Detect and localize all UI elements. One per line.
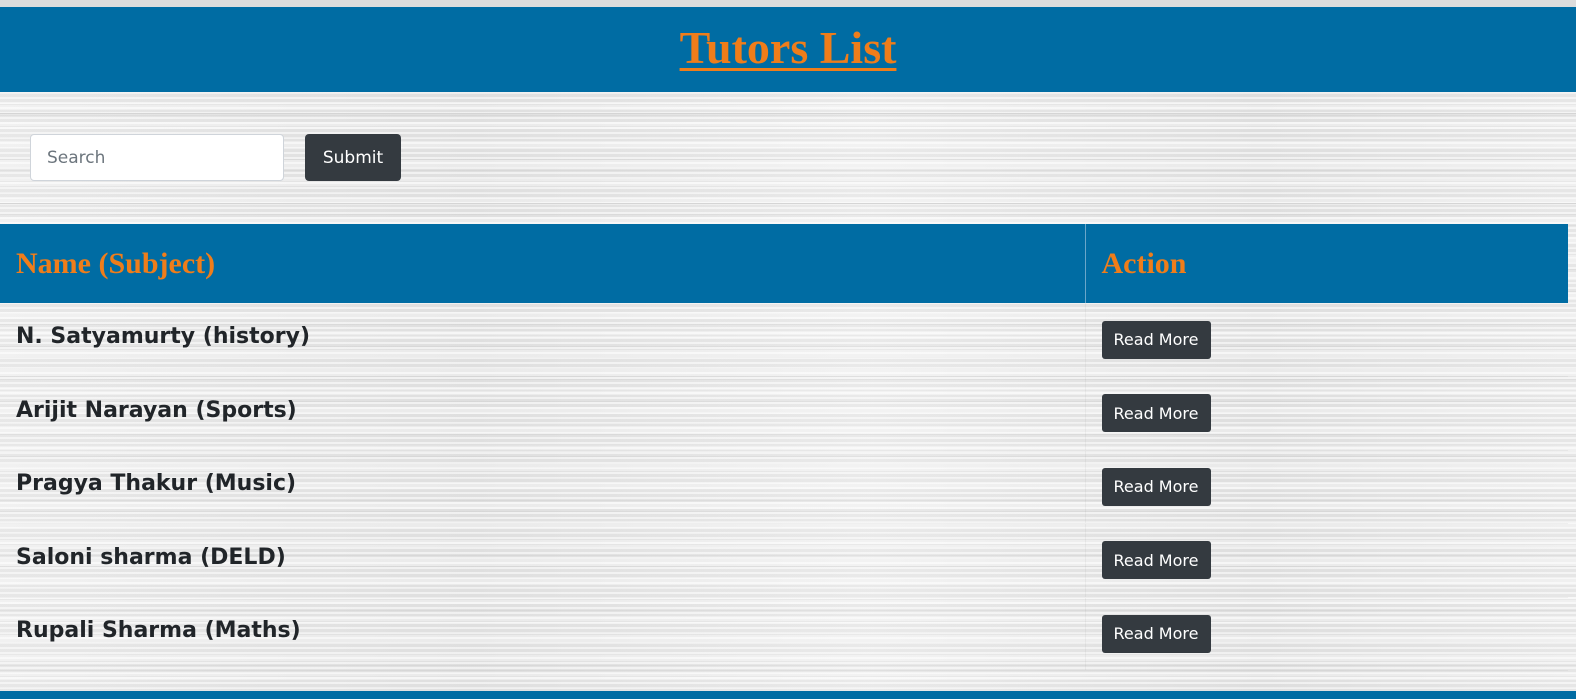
tutor-name-cell: Saloni sharma (DELD): [0, 523, 1085, 598]
tutor-name-cell: N. Satyamurty (history): [0, 303, 1085, 377]
table-row: N. Satyamurty (history) Read More: [0, 303, 1568, 377]
table-row: Saloni sharma (DELD) Read More: [0, 523, 1568, 598]
tutor-name-cell: Rupali Sharma (Maths): [0, 597, 1085, 671]
tutor-name-cell: Arijit Narayan (Sports): [0, 376, 1085, 451]
top-strip: [0, 0, 1576, 7]
tutor-name: Rupali Sharma (Maths): [16, 618, 301, 644]
table-header: Name (Subject) Action: [0, 224, 1568, 303]
header-banner: Tutors List: [0, 7, 1576, 92]
tutor-name: Arijit Narayan (Sports): [16, 397, 297, 423]
tutor-name: N. Satyamurty (history): [16, 324, 311, 349]
search-bar: Submit: [0, 113, 1576, 204]
read-more-button[interactable]: Read More: [1101, 541, 1211, 580]
tutors-table: Name (Subject) Action N. Satyamurty (his…: [0, 224, 1568, 671]
read-more-button[interactable]: Read More: [1101, 467, 1211, 506]
tutor-name: Pragya Thakur (Music): [16, 471, 297, 497]
tutor-name-cell: Pragya Thakur (Music): [0, 450, 1085, 524]
table-body: N. Satyamurty (history) Read More Arijit…: [0, 303, 1568, 671]
read-more-button[interactable]: Read More: [1101, 320, 1211, 359]
tutor-name: Saloni sharma (DELD): [16, 544, 286, 570]
table-row: Arijit Narayan (Sports) Read More: [0, 376, 1568, 451]
action-cell: Read More: [1084, 303, 1568, 377]
page-title: Tutors List: [679, 21, 897, 73]
footer-bar: [0, 691, 1576, 699]
action-cell: Read More: [1084, 450, 1568, 524]
table-row: Pragya Thakur (Music) Read More: [0, 450, 1568, 524]
column-header-name: Name (Subject): [16, 246, 216, 280]
column-header-action: Action: [1084, 224, 1568, 303]
submit-button[interactable]: Submit: [305, 134, 401, 181]
action-cell: Read More: [1084, 376, 1568, 451]
action-cell: Read More: [1084, 523, 1568, 598]
table-row: Rupali Sharma (Maths) Read More: [0, 597, 1568, 671]
search-input[interactable]: [30, 134, 284, 181]
read-more-button[interactable]: Read More: [1101, 614, 1211, 653]
action-cell: Read More: [1084, 597, 1568, 671]
table-header-row: Name (Subject) Action: [0, 224, 1568, 303]
read-more-button[interactable]: Read More: [1101, 394, 1211, 433]
